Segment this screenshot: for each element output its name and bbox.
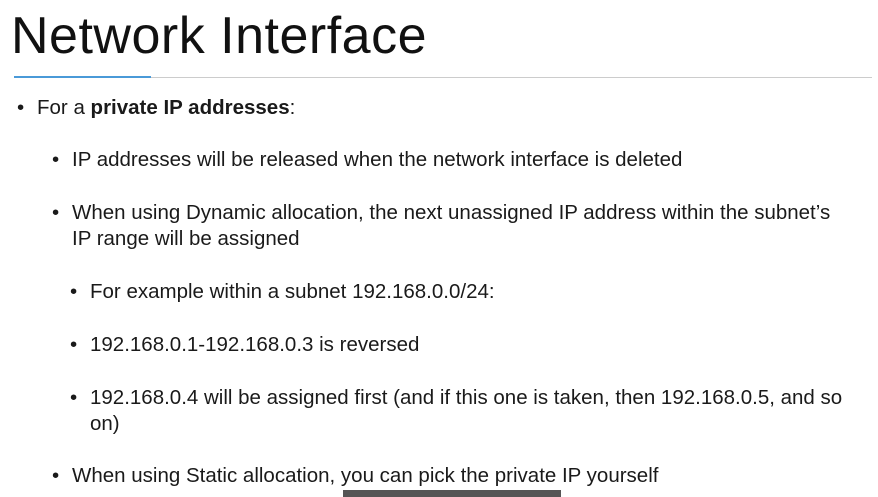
bullet-text: For example within a subnet 192.168.0.0/…	[90, 280, 495, 303]
bullet-text: When using Dynamic allocation, the next …	[72, 201, 831, 250]
bullet-dynamic: • When using Dynamic allocation, the nex…	[52, 200, 832, 252]
bullet-icon: •	[52, 464, 60, 487]
bullet-text: 192.168.0.4 will be assigned first (and …	[90, 386, 843, 435]
bullet-icon: •	[17, 96, 25, 119]
bullet-text: For a	[37, 96, 91, 119]
title-divider-accent	[14, 76, 151, 78]
bullet-assigned-first: • 192.168.0.4 will be assigned first (an…	[70, 385, 860, 437]
bullet-bold-text: private IP addresses	[90, 96, 290, 119]
bullet-private-ip: • For a private IP addresses:	[17, 95, 296, 121]
bullet-reserved: • 192.168.0.1-192.168.0.3 is reversed	[70, 332, 850, 358]
bullet-text: IP addresses will be released when the n…	[72, 148, 683, 171]
bullet-example: • For example within a subnet 192.168.0.…	[70, 279, 850, 305]
bullet-release: • IP addresses will be released when the…	[52, 147, 852, 173]
bullet-icon: •	[70, 386, 78, 409]
bullet-text: 192.168.0.1-192.168.0.3 is reversed	[90, 333, 420, 356]
bullet-text: When using Static allocation, you can pi…	[72, 464, 659, 487]
bullet-text: :	[289, 96, 296, 119]
bullet-icon: •	[70, 280, 78, 303]
bullet-icon: •	[70, 333, 78, 356]
bullet-icon: •	[52, 201, 60, 224]
bullet-icon: •	[52, 148, 60, 171]
slide-title: Network Interface	[11, 7, 427, 65]
bullet-static: • When using Static allocation, you can …	[52, 463, 852, 489]
caption-overlay	[343, 490, 561, 497]
